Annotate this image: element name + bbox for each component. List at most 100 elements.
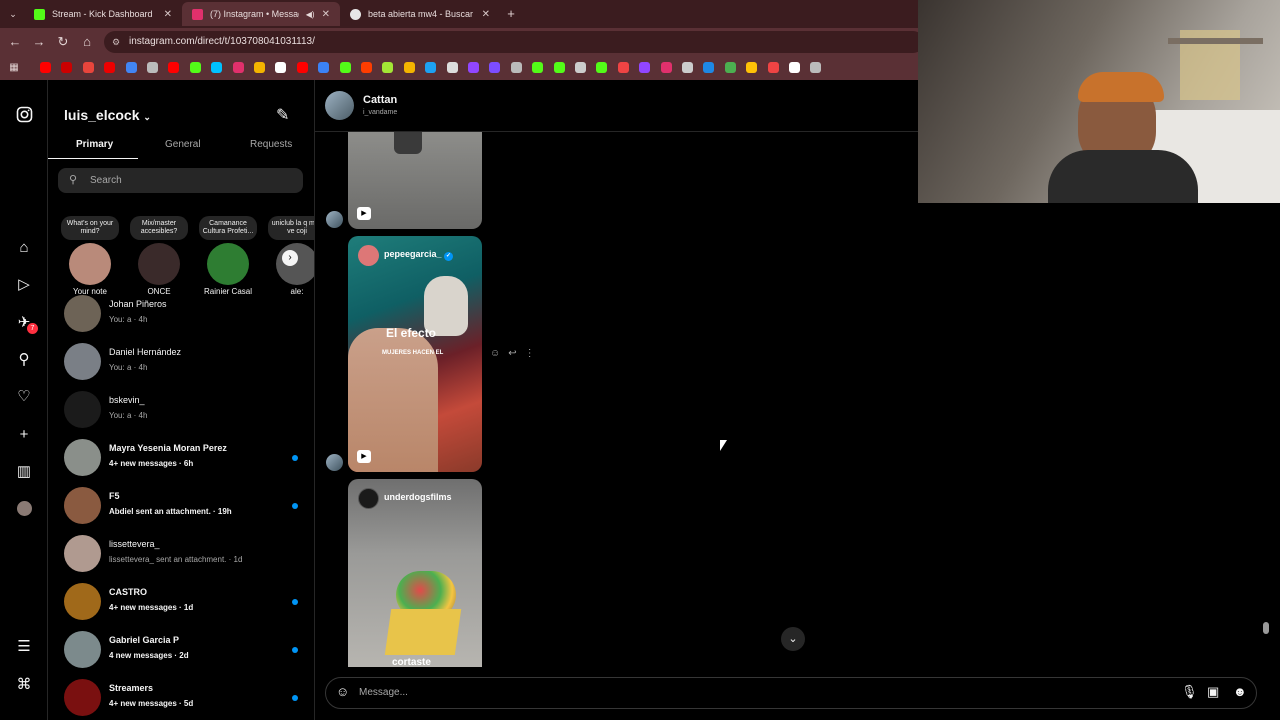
conversation-item[interactable]: Gabriel Garcia P 4 new messages · 2d — [48, 626, 314, 674]
bookmark-icon[interactable] — [532, 62, 544, 73]
audio-playing-icon[interactable]: ◀) — [306, 10, 315, 19]
bookmark-icon[interactable] — [789, 62, 800, 73]
close-tab-icon[interactable]: ✕ — [482, 9, 490, 20]
bookmark-icon[interactable] — [61, 62, 73, 73]
conversation-name: F5 — [109, 491, 120, 501]
bookmark-icon[interactable] — [318, 62, 330, 73]
home-icon[interactable]: ⌂ — [15, 239, 33, 257]
reply-icon[interactable]: ↩ — [508, 348, 516, 359]
scrollbar-thumb[interactable] — [1263, 622, 1269, 634]
message-input[interactable]: Message... — [359, 687, 408, 698]
account-switcher[interactable]: luis_elcock ⌄ — [64, 107, 151, 123]
reel-owner[interactable]: pepeegarcia_ ✓ — [384, 249, 454, 261]
bookmark-icon[interactable] — [168, 62, 180, 73]
home-icon[interactable]: ⌂ — [79, 34, 95, 50]
new-tab-icon[interactable]: + — [503, 6, 519, 22]
bookmark-icon[interactable] — [660, 62, 672, 73]
bookmark-icon[interactable] — [746, 62, 758, 73]
bookmark-icon[interactable] — [703, 62, 715, 73]
reload-icon[interactable]: ↻ — [55, 34, 71, 50]
bookmark-icon[interactable] — [296, 62, 308, 73]
bookmark-icon[interactable] — [617, 62, 629, 73]
bookmark-icon[interactable] — [425, 62, 437, 73]
tab-kick-dashboard[interactable]: Stream - Kick Dashboard ✕ — [24, 2, 182, 26]
conversation-avatar — [64, 487, 101, 524]
shared-reel[interactable]: pepeegarcia_ ✓ El efecto MUJERES HACEN E… — [348, 236, 482, 472]
conversation-item[interactable]: CASTRO 4+ new messages · 1d — [48, 578, 314, 626]
tab-primary[interactable]: Primary — [76, 139, 113, 150]
heart-icon[interactable]: ♡ — [15, 388, 33, 406]
scroll-to-bottom-button[interactable]: ⌄ — [781, 627, 805, 651]
forward-icon[interactable]: → — [31, 34, 47, 50]
shared-reel[interactable]: underdogsfilms cortaste — [348, 479, 482, 667]
bookmark-icon[interactable] — [810, 62, 822, 73]
bookmark-icon[interactable] — [382, 62, 394, 73]
bookmark-icon[interactable] — [339, 62, 351, 73]
bookmark-icon[interactable] — [639, 62, 651, 73]
conversation-item[interactable]: lissettevera_ lissettevera_ sent an attac… — [48, 530, 314, 578]
reels-icon[interactable]: ▷ — [15, 276, 33, 294]
create-icon[interactable]: + — [15, 426, 33, 444]
bookmark-icon[interactable] — [596, 62, 608, 73]
bookmark-icon[interactable] — [575, 62, 586, 73]
emoji-icon[interactable]: ☺ — [336, 684, 349, 699]
back-icon[interactable]: ← — [7, 34, 23, 50]
notes-next-icon[interactable]: › — [282, 250, 298, 266]
bookmark-icon[interactable] — [724, 62, 736, 73]
site-info-icon[interactable]: ⚙ — [112, 31, 120, 53]
bookmark-icon[interactable] — [682, 62, 693, 73]
tab-general[interactable]: General — [165, 139, 201, 150]
contact-name[interactable]: Cattan — [363, 94, 397, 106]
react-icon[interactable]: ☺ — [490, 348, 500, 359]
tab-search-icon[interactable]: ⌄ — [5, 6, 21, 22]
conversation-item[interactable]: Mayra Yesenia Moran Perez 4+ new messages… — [48, 434, 314, 482]
bookmark-icon[interactable] — [446, 62, 458, 73]
conversation-item[interactable]: Johan Piñeros You: a · 4h — [48, 290, 314, 338]
bookmark-icon[interactable] — [553, 62, 565, 73]
dashboard-icon[interactable]: ▥ — [15, 463, 33, 481]
bookmark-icon[interactable] — [403, 62, 415, 73]
conversation-item[interactable]: bskevin_ You: a · 4h — [48, 386, 314, 434]
bookmark-icon[interactable] — [82, 62, 94, 73]
bookmark-icon[interactable] — [361, 62, 372, 73]
bookmark-icon[interactable] — [211, 62, 223, 73]
bookmark-icon[interactable] — [468, 62, 479, 73]
more-options-icon[interactable]: ⋮ — [525, 348, 535, 359]
tab-google-search[interactable]: beta abierta mw4 - Buscar con ✕ — [340, 2, 500, 26]
instagram-icon[interactable] — [15, 106, 33, 124]
conversation-item[interactable]: Streamers 4+ new messages · 5d — [48, 674, 314, 720]
bookmark-icon[interactable] — [275, 62, 287, 73]
menu-icon[interactable]: ☰ — [15, 638, 33, 656]
image-icon[interactable]: ▣ — [1207, 684, 1219, 700]
close-tab-icon[interactable]: ✕ — [322, 9, 330, 20]
sticker-icon[interactable]: ☻ — [1233, 684, 1247, 699]
bookmark-icon[interactable] — [767, 62, 779, 73]
conversation-item[interactable]: Daniel Hernández You: a · 4h — [48, 338, 314, 386]
bookmark-icon[interactable] — [510, 62, 522, 73]
search-input[interactable]: ⚲ Search — [58, 168, 303, 193]
apps-grid-icon[interactable]: ▦ — [6, 60, 22, 76]
address-bar[interactable]: ⚙ instagram.com/direct/t/103708041031113… — [104, 31, 924, 53]
bookmark-icon[interactable] — [232, 62, 244, 73]
compose-icon[interactable]: ✎ — [276, 105, 289, 125]
shared-reel[interactable]: ▶ — [348, 132, 482, 229]
bookmark-icon[interactable] — [189, 62, 201, 73]
search-icon[interactable]: ⚲ — [15, 351, 33, 369]
bookmark-icon[interactable] — [104, 62, 116, 73]
tab-instagram-messages[interactable]: (7) Instagram • Messages ◀) ✕ — [182, 2, 340, 26]
bookmark-icon[interactable] — [147, 62, 158, 73]
conversation-item[interactable]: F5 Abdiel sent an attachment. · 19h — [48, 482, 314, 530]
bookmark-icon[interactable] — [125, 62, 137, 73]
bookmark-icon[interactable] — [40, 62, 51, 73]
tab-requests[interactable]: Requests — [250, 139, 292, 150]
message-composer[interactable]: ☺ Message... 🎙 ▣ ☻ — [325, 677, 1257, 709]
threads-icon[interactable]: ⌘ — [15, 676, 33, 694]
scrollbar-track[interactable] — [1262, 200, 1270, 670]
close-tab-icon[interactable]: ✕ — [164, 9, 172, 20]
microphone-icon[interactable]: 🎙 — [1181, 684, 1198, 700]
bookmark-icon[interactable] — [254, 62, 265, 73]
profile-avatar[interactable] — [17, 501, 32, 516]
contact-avatar[interactable] — [325, 91, 354, 120]
bookmark-icon[interactable] — [489, 62, 501, 73]
reel-owner[interactable]: underdogsfilms — [384, 492, 452, 502]
